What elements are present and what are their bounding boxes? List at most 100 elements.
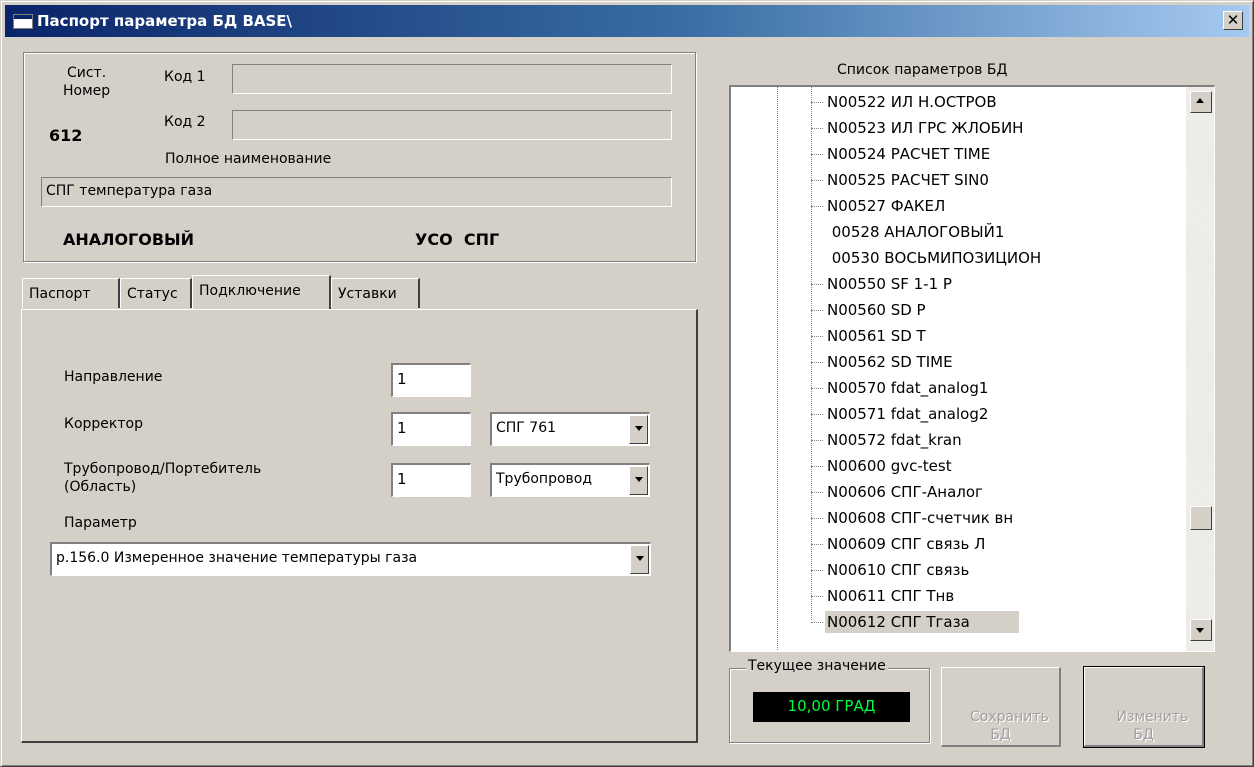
pipeline-input[interactable]: 1 [391, 463, 471, 497]
tab-label: Статус [127, 286, 178, 302]
pipeline-select[interactable]: Трубопровод [490, 463, 650, 497]
list-item[interactable]: N00608 СПГ-счетчик вн [731, 505, 1181, 531]
tab-label: Паспорт [29, 286, 91, 302]
parameter-select[interactable]: p.156.0 Измеренное значение температуры … [50, 542, 651, 576]
list-item[interactable]: N00527 ФАКЕЛ [731, 193, 1181, 219]
close-icon: ✕ [1226, 11, 1240, 29]
direction-input[interactable]: 1 [391, 363, 471, 397]
scroll-up-icon [1196, 98, 1204, 103]
list-item[interactable]: N00609 СПГ связь Л [731, 531, 1181, 557]
title-bar[interactable]: Паспорт параметра БД BASE\ ✕ [5, 5, 1249, 37]
corrector-label: Корректор [64, 416, 143, 432]
save-db-label: Сохранить БД [970, 709, 1049, 743]
list-item-label: N00572 fdat_kran [827, 431, 962, 449]
current-value-label: Текущее значение [746, 658, 888, 674]
tree-connector [811, 154, 823, 155]
uso-text: УСО СПГ [415, 230, 500, 249]
list-item-label: N00527 ФАКЕЛ [827, 197, 946, 215]
parameter-select-value: p.156.0 Измеренное значение температуры … [56, 550, 418, 566]
list-item-label: N00570 fdat_analog1 [827, 379, 989, 397]
list-item[interactable]: N00612 СПГ Тгаза [731, 609, 1181, 635]
scroll-up-button[interactable] [1190, 91, 1212, 113]
tree-connector [811, 622, 823, 623]
tree-connector [811, 570, 823, 571]
tree-connector [811, 596, 823, 597]
tree-connector [811, 414, 823, 415]
tree-connector [811, 518, 823, 519]
list-item-label: N00612 СПГ Тгаза [825, 611, 1019, 633]
scroll-thumb[interactable] [1190, 506, 1212, 530]
tab-status[interactable]: Статус [120, 278, 192, 308]
list-item[interactable]: N00570 fdat_analog1 [731, 375, 1181, 401]
scroll-down-button[interactable] [1190, 619, 1212, 641]
window-title: Паспорт параметра БД BASE\ [37, 12, 293, 30]
list-item[interactable]: N00525 РАСЧЕТ SIN0 [731, 167, 1181, 193]
corrector-input[interactable]: 1 [391, 412, 471, 446]
direction-label: Направление [64, 369, 163, 385]
list-item[interactable]: N00600 gvc-test [731, 453, 1181, 479]
tab-setpoints[interactable]: Уставки [331, 278, 420, 308]
chevron-down-icon [636, 556, 644, 561]
list-item[interactable]: N00572 fdat_kran [731, 427, 1181, 453]
list-item-label: N00571 fdat_analog2 [827, 405, 989, 423]
tree-connector [811, 180, 823, 181]
tab-label: Уставки [338, 286, 397, 302]
corrector-select-value: СПГ 761 [496, 420, 557, 436]
dropdown-button[interactable] [629, 466, 648, 495]
list-item[interactable]: N00610 СПГ связь [731, 557, 1181, 583]
list-item-label: N00550 SF 1-1 P [827, 275, 952, 293]
corrector-select[interactable]: СПГ 761 [490, 412, 650, 446]
tree-connector [811, 388, 823, 389]
change-db-button[interactable]: Изменить БД [1083, 666, 1205, 748]
list-item-label: N00561 SD T [827, 327, 926, 345]
chevron-down-icon [635, 426, 643, 431]
list-item-label: N00525 РАСЧЕТ SIN0 [827, 171, 989, 189]
list-item-label: N00606 СПГ-Аналог [827, 483, 983, 501]
dropdown-button[interactable] [630, 545, 649, 574]
tree-connector [811, 206, 823, 207]
list-item-label: N00560 SD P [827, 301, 926, 319]
tree-connector [811, 466, 823, 467]
code1-field[interactable] [232, 64, 672, 94]
pipeline-label: Трубопровод/Портебитель (Область) [64, 461, 262, 495]
list-item-label: N00524 РАСЧЕТ TIME [827, 145, 991, 163]
code2-field[interactable] [232, 110, 672, 140]
tree-connector [811, 362, 823, 363]
close-button[interactable]: ✕ [1223, 11, 1243, 30]
list-item-label: N00608 СПГ-счетчик вн [827, 509, 1014, 527]
full-name-field[interactable]: СПГ температура газа [41, 177, 672, 207]
tree-connector [811, 336, 823, 337]
list-item[interactable]: 00528 АНАЛОГОВЫЙ1 [731, 219, 1181, 245]
dropdown-button[interactable] [629, 415, 648, 444]
code1-label: Код 1 [164, 69, 206, 85]
list-item-label: N00562 SD TIME [827, 353, 953, 371]
list-item[interactable]: N00561 SD T [731, 323, 1181, 349]
list-item-label: N00609 СПГ связь Л [827, 535, 986, 553]
list-item[interactable]: N00571 fdat_analog2 [731, 401, 1181, 427]
parameter-label: Параметр [64, 515, 137, 531]
list-item[interactable]: N00611 СПГ Тнв [731, 583, 1181, 609]
list-item[interactable]: N00522 ИЛ Н.ОСТРОВ [731, 89, 1181, 115]
tree-connector [811, 102, 823, 103]
save-db-button[interactable]: Сохранить БД [941, 667, 1061, 747]
tab-passport[interactable]: Паспорт [22, 278, 120, 308]
param-tree-list[interactable]: N00522 ИЛ Н.ОСТРОВ N00523 ИЛ ГРС ЖЛОБИН N0… [729, 85, 1215, 652]
list-item-label: N00611 СПГ Тнв [827, 587, 955, 605]
list-item[interactable]: N00524 РАСЧЕТ TIME [731, 141, 1181, 167]
code2-label: Код 2 [164, 114, 206, 130]
vertical-scrollbar[interactable] [1186, 87, 1214, 651]
tree-connector [811, 492, 823, 493]
sys-number-value: 612 [49, 126, 83, 145]
change-db-label: Изменить БД [1116, 709, 1189, 743]
dialog-window: Паспорт параметра БД BASE\ ✕ Сист. Номер… [0, 0, 1254, 767]
tab-connection[interactable]: Подключение [192, 275, 331, 309]
list-item-label: N00600 gvc-test [827, 457, 952, 475]
list-item[interactable]: 00530 ВОСЬМИПОЗИЦИОН [731, 245, 1181, 271]
param-list-title: Список параметров БД [837, 62, 1008, 78]
tree-connector [811, 544, 823, 545]
list-item[interactable]: N00606 СПГ-Аналог [731, 479, 1181, 505]
list-item[interactable]: N00550 SF 1-1 P [731, 271, 1181, 297]
list-item[interactable]: N00562 SD TIME [731, 349, 1181, 375]
list-item[interactable]: N00560 SD P [731, 297, 1181, 323]
list-item[interactable]: N00523 ИЛ ГРС ЖЛОБИН [731, 115, 1181, 141]
